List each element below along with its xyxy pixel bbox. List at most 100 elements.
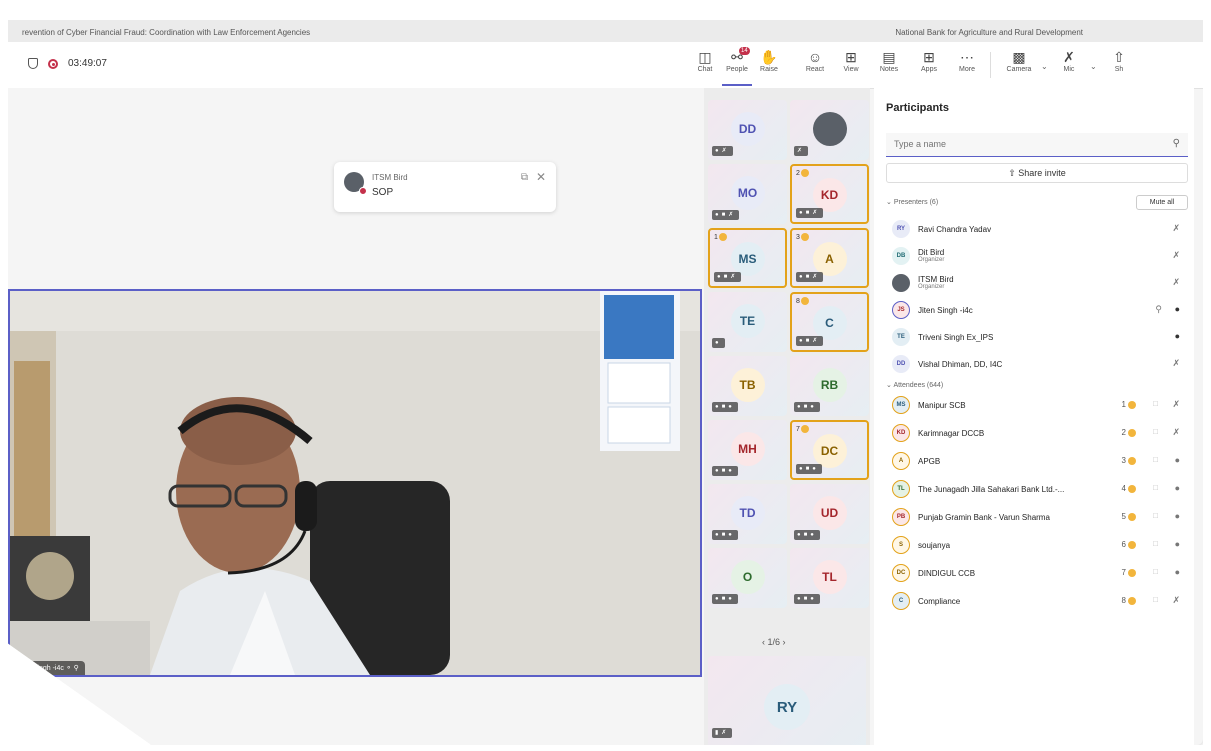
mute-all-button[interactable]: Mute all: [1136, 195, 1188, 210]
share-icon: ⇧: [1113, 49, 1125, 65]
chat-notification[interactable]: ITSM Bird SOP ⧉ ✕: [334, 162, 556, 212]
participant-row[interactable]: S soujanya 6 □ ●: [886, 534, 1190, 556]
tile-status-icons: ●■●: [712, 466, 738, 476]
hand-icon: [1128, 456, 1136, 465]
close-icon[interactable]: ✕: [536, 170, 546, 184]
gallery-tile[interactable]: MH ●■●: [708, 420, 787, 480]
raise-hand-button[interactable]: ✋ Raise: [754, 48, 784, 73]
participant-row[interactable]: TE Triveni Singh Ex_IPS ●: [886, 326, 1190, 348]
camera-button[interactable]: ▩ Camera: [1004, 48, 1034, 73]
avatar: DC: [812, 434, 847, 468]
gallery-tile[interactable]: TB ●■●: [708, 356, 787, 416]
mic-off-icon: ✗: [1172, 358, 1180, 368]
camera-off-icon: ▩: [1012, 49, 1026, 65]
raised-hand-queue: 4: [1122, 484, 1136, 493]
gallery-tile[interactable]: 2 KD ●■✗: [790, 164, 869, 224]
hand-icon: [1128, 400, 1136, 409]
gallery-tile[interactable]: 3 A ●■✗: [790, 228, 869, 288]
participant-row[interactable]: JS Jiten Singh -i4c ⚲ ●: [886, 299, 1190, 321]
plus-icon: ⊞: [923, 49, 935, 65]
hand-icon: [1128, 596, 1136, 605]
gallery-tile[interactable]: TE ●: [708, 292, 787, 352]
tile-status-icons: ●■✗: [712, 210, 740, 220]
mic-icon: ●: [1174, 304, 1180, 314]
participant-row[interactable]: DB Dit Bird Organizer ✗: [886, 245, 1190, 267]
recording-time: 03:49:07: [68, 58, 107, 69]
avatar: KD: [892, 424, 910, 442]
mic-off-icon: ✗: [1063, 49, 1075, 65]
shield-icon: [28, 58, 38, 69]
gallery-tile[interactable]: TD ●■●: [708, 484, 787, 544]
participant-row[interactable]: KD Karimnagar DCCB 2 □ ✗: [886, 422, 1190, 444]
participant-row[interactable]: ITSM Bird Organizer ✗: [886, 272, 1190, 294]
camera-options-chevron-icon[interactable]: ⌄: [1041, 62, 1048, 71]
participant-name: ITSM Bird: [918, 275, 954, 284]
avatar: O: [730, 560, 765, 594]
share-button[interactable]: ⇧ Sh: [1104, 48, 1134, 73]
search-field[interactable]: ⚲: [886, 133, 1188, 157]
react-button[interactable]: ☺ React: [800, 48, 830, 73]
gallery-tile[interactable]: DD ●✗: [708, 100, 787, 160]
gallery-tile[interactable]: ✗: [790, 100, 869, 160]
self-view-tile[interactable]: RY ▮✗: [708, 656, 866, 745]
presenters-section-header[interactable]: ⌄ Presenters (6): [886, 198, 938, 206]
speaker-video[interactable]: Jiten Singh -i4c ⚬ ⚲: [8, 289, 702, 677]
apps-button[interactable]: ⊞ Apps: [914, 48, 944, 73]
attendees-section-header[interactable]: ⌄ Attendees (644): [886, 381, 943, 389]
gallery-tile[interactable]: 7 DC ●■●: [790, 420, 869, 480]
grid-icon: ⊞: [845, 49, 857, 65]
avatar: DD: [730, 112, 765, 146]
recording-indicator: 03:49:07: [28, 58, 107, 69]
participant-name: soujanya: [918, 541, 951, 550]
notes-button[interactable]: ▤ Notes: [874, 48, 904, 73]
gallery-tile[interactable]: O ●■●: [708, 548, 787, 608]
mic-button[interactable]: ✗ Mic: [1054, 48, 1084, 73]
mic-options-chevron-icon[interactable]: ⌄: [1090, 62, 1097, 71]
avatar: KD: [812, 178, 847, 212]
gallery-tile[interactable]: UD ●■●: [790, 484, 869, 544]
tile-status-icons: ●■✗: [796, 208, 824, 218]
screen-share-icon: □: [1153, 595, 1158, 604]
org-name: National Bank for Agriculture and Rural …: [895, 28, 1083, 37]
participant-row[interactable]: TL The Junagadh Jilla Sahakari Bank Ltd.…: [886, 478, 1190, 500]
mic-off-icon: ✗: [1172, 250, 1180, 260]
gallery-tile[interactable]: MO ●■✗: [708, 164, 787, 224]
speaker-video-image: [10, 291, 700, 675]
screen-share-icon: □: [1153, 455, 1158, 464]
participant-row[interactable]: MS Manipur SCB 1 □ ✗: [886, 394, 1190, 416]
people-button[interactable]: ⚯ 14 People: [722, 47, 752, 86]
chevron-right-icon[interactable]: ›: [783, 637, 786, 647]
smiley-icon: ☺: [807, 49, 823, 65]
participant-row[interactable]: RY Ravi Chandra Yadav ✗: [886, 218, 1190, 240]
popout-icon[interactable]: ⧉: [521, 172, 528, 183]
chat-button[interactable]: ◫ Chat: [690, 48, 720, 73]
pin-icon[interactable]: ⚲: [1155, 304, 1162, 315]
more-button[interactable]: ⋯ More: [952, 48, 982, 73]
hand-icon: [1128, 540, 1136, 549]
participant-row[interactable]: DC DINDIGUL CCB 7 □ ●: [886, 562, 1190, 584]
participant-name: Punjab Gramin Bank - Varun Sharma: [918, 513, 1050, 522]
participant-row[interactable]: C Compliance 8 □ ✗: [886, 590, 1190, 612]
participant-row[interactable]: DD Vishal Dhiman, DD, I4C ✗: [886, 353, 1190, 375]
mic-icon: ●: [1174, 539, 1180, 549]
hand-icon: [1128, 484, 1136, 493]
participant-row[interactable]: A APGB 3 □ ●: [886, 450, 1190, 472]
gallery-tile[interactable]: 8 C ●■✗: [790, 292, 869, 352]
participant-name: Compliance: [918, 597, 961, 606]
view-button[interactable]: ⊞ View: [836, 48, 866, 73]
ellipsis-icon: ⋯: [960, 49, 974, 65]
gallery-tile[interactable]: 1 MS ●■✗: [708, 228, 787, 288]
search-icon[interactable]: ⚲: [1173, 138, 1180, 149]
participant-name: Ravi Chandra Yadav: [918, 225, 992, 234]
raised-hand-queue: 6: [1122, 540, 1136, 549]
avatar: DB: [892, 247, 910, 265]
gallery-tile[interactable]: TL ●■●: [790, 548, 869, 608]
participant-name: Triveni Singh Ex_IPS: [918, 333, 994, 342]
chevron-left-icon[interactable]: ‹: [762, 637, 765, 647]
share-invite-button[interactable]: ⇧ Share invite: [886, 163, 1188, 183]
search-input[interactable]: [886, 133, 1162, 155]
participant-row[interactable]: PB Punjab Gramin Bank - Varun Sharma 5 □…: [886, 506, 1190, 528]
gallery-tile[interactable]: RB ●■●: [790, 356, 869, 416]
screen-share-icon: □: [1153, 483, 1158, 492]
raised-hand-badge: 3: [796, 233, 809, 241]
